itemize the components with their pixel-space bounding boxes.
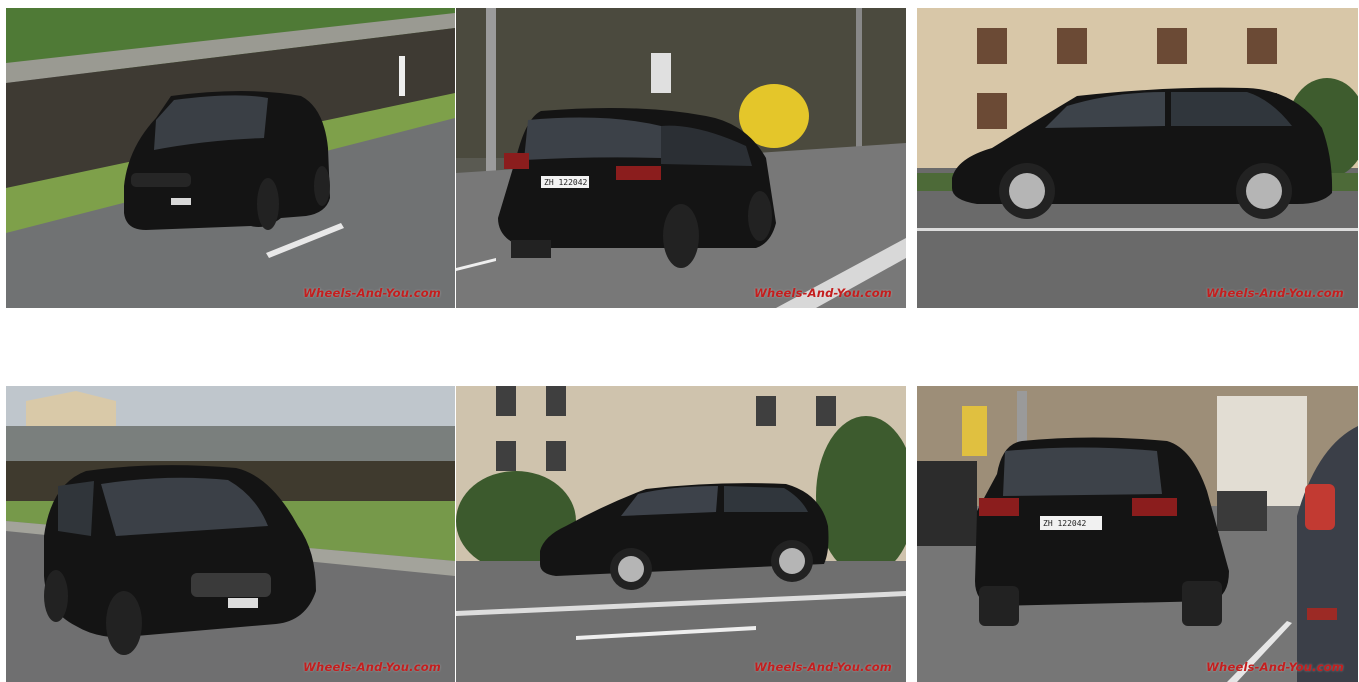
watermark-text: Wheels-And-You.com (303, 660, 441, 674)
license-plate: ZH 122042 (1043, 519, 1087, 528)
watermark-text: Wheels-And-You.com (754, 660, 892, 674)
photo-gallery: Wheels-And-You.com ZH 122042 Wheels-And-… (0, 0, 1359, 682)
photo-5-image (456, 386, 906, 682)
photo-3-image (917, 8, 1358, 308)
gallery-photo-5[interactable]: Wheels-And-You.com (456, 386, 906, 682)
photo-4-image (6, 386, 455, 682)
gallery-photo-1[interactable]: Wheels-And-You.com (6, 8, 455, 308)
photo-1-image (6, 8, 455, 308)
photo-6-image: ZH 122042 (917, 386, 1358, 682)
watermark-text: Wheels-And-You.com (303, 286, 441, 300)
gallery-photo-2[interactable]: ZH 122042 Wheels-And-You.com (456, 8, 906, 308)
license-plate: ZH 122042 (544, 178, 588, 187)
watermark-text: Wheels-And-You.com (1206, 660, 1344, 674)
photo-2-image: ZH 122042 (456, 8, 906, 308)
watermark-text: Wheels-And-You.com (754, 286, 892, 300)
watermark-text: Wheels-And-You.com (1206, 286, 1344, 300)
gallery-photo-6[interactable]: ZH 122042 Wheels-And-You.com (917, 386, 1358, 682)
gallery-photo-3[interactable]: Wheels-And-You.com (917, 8, 1358, 308)
gallery-photo-4[interactable]: Wheels-And-You.com (6, 386, 455, 682)
